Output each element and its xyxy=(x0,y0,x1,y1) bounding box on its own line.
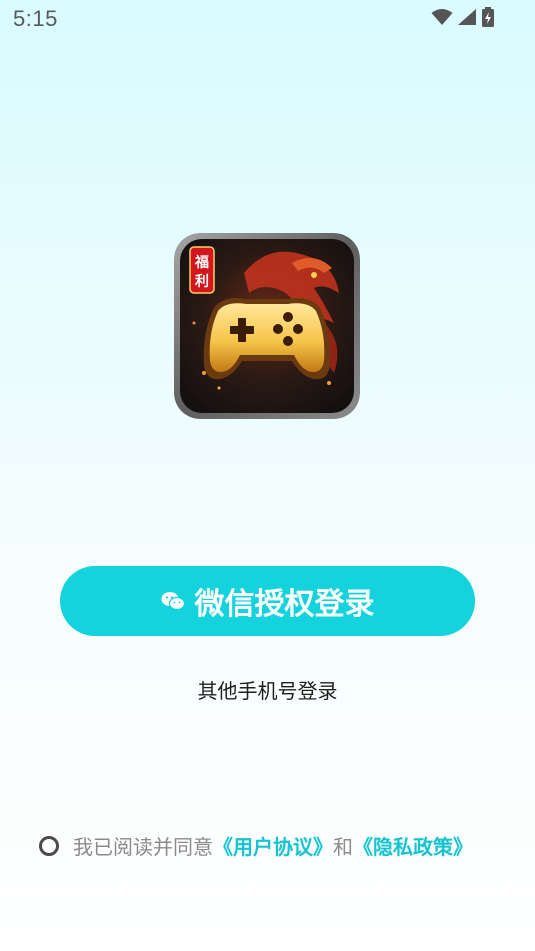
signal-icon xyxy=(457,8,477,30)
wechat-icon xyxy=(161,591,185,611)
app-icon: 福 利 xyxy=(174,233,360,419)
status-bar: 5:15 xyxy=(0,0,535,40)
agree-radio[interactable] xyxy=(39,835,59,856)
wifi-icon xyxy=(431,8,453,30)
agree-prefix-text: 我已阅读并同意 xyxy=(73,835,213,859)
user-agreement-link[interactable]: 《用户协议》 xyxy=(213,831,333,860)
privacy-policy-link[interactable]: 《隐私政策》 xyxy=(353,831,473,860)
agreement-row: 我已阅读并同意 《用户协议》 和 《隐私政策》 xyxy=(39,831,473,860)
badge-char-2: 利 xyxy=(195,273,209,290)
wechat-login-button[interactable]: 微信授权登录 xyxy=(60,566,475,636)
battery-charging-icon xyxy=(481,7,495,31)
other-phone-login-link[interactable]: 其他手机号登录 xyxy=(0,675,535,704)
status-time: 5:15 xyxy=(13,6,58,31)
status-icons xyxy=(431,7,495,31)
badge-char-1: 福 xyxy=(194,254,209,271)
agree-conjunction-text: 和 xyxy=(333,835,353,859)
wechat-login-label: 微信授权登录 xyxy=(194,587,375,622)
